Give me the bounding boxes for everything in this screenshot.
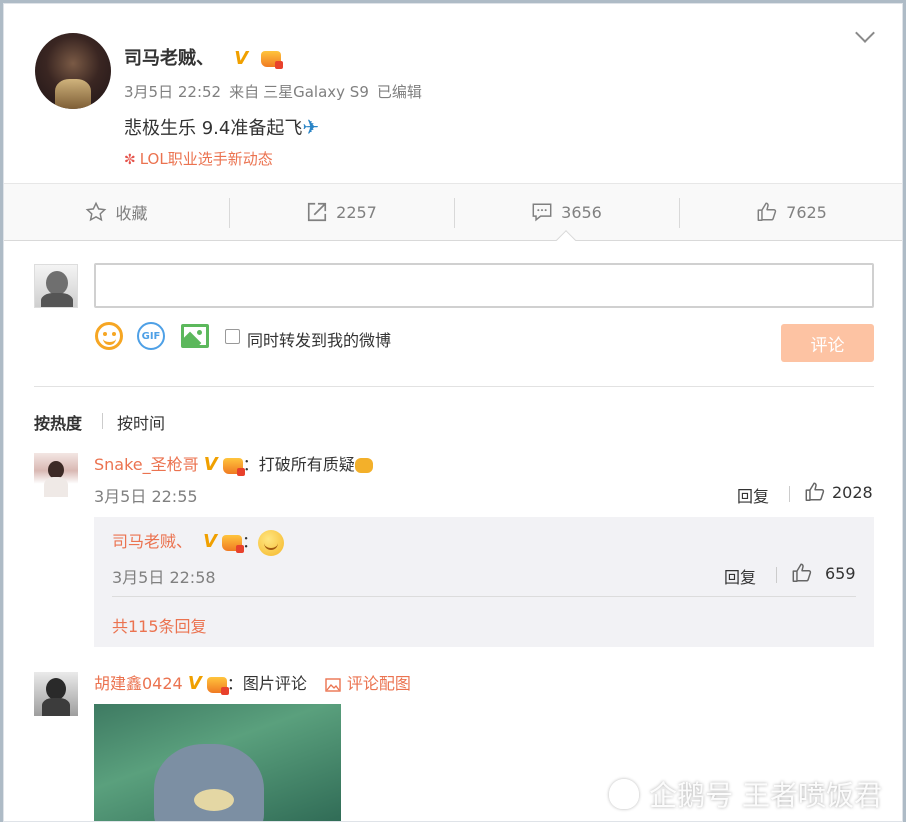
comment-input[interactable] bbox=[94, 263, 874, 308]
comment-icon bbox=[532, 203, 552, 222]
reply-button[interactable]: 回复 bbox=[737, 483, 769, 507]
submit-comment-button[interactable]: 评论 bbox=[781, 324, 874, 362]
colon: ： bbox=[226, 674, 243, 693]
post-date[interactable]: 3月5日 22:52 bbox=[124, 83, 221, 101]
colon: ： bbox=[242, 532, 259, 551]
sub-reply-author[interactable]: 司马老贼、 bbox=[112, 532, 192, 551]
my-avatar[interactable] bbox=[34, 264, 78, 308]
author-name[interactable]: 司马老贼、 bbox=[124, 48, 214, 69]
author-line: 司马老贼、 V bbox=[124, 44, 283, 70]
favorite-label: 收藏 bbox=[115, 204, 148, 223]
thumbs-up-icon bbox=[757, 202, 777, 221]
fist-emoji-icon bbox=[354, 458, 373, 473]
comment-picture-label: 评论配图 bbox=[346, 674, 411, 693]
smile-emoji-icon bbox=[258, 529, 285, 556]
share-icon bbox=[308, 202, 327, 222]
verified-v-icon: V bbox=[187, 673, 202, 694]
thumbs-up-icon bbox=[805, 482, 825, 501]
repost-button[interactable]: 2257 bbox=[229, 184, 454, 240]
more-replies-link[interactable]: 共115条回复 bbox=[112, 613, 207, 637]
action-bar: 收藏 2257 3656 7625 bbox=[4, 183, 902, 241]
separator bbox=[776, 567, 777, 583]
comment-picture-link[interactable]: 评论配图 bbox=[325, 674, 411, 693]
sort-separator bbox=[102, 413, 103, 429]
thumbs-up-icon bbox=[792, 563, 812, 582]
gif-icon[interactable]: GIF bbox=[137, 322, 165, 350]
chevron-down-icon[interactable] bbox=[855, 23, 875, 43]
image-upload-icon[interactable] bbox=[181, 324, 209, 348]
vip-crown-icon bbox=[260, 51, 283, 69]
verified-v-icon: V bbox=[203, 531, 218, 552]
sub-reply-like-button[interactable]: 659 bbox=[791, 562, 856, 584]
repost-checkbox[interactable] bbox=[225, 329, 240, 344]
commenter-avatar[interactable] bbox=[34, 453, 78, 497]
comment-count: 3656 bbox=[561, 202, 602, 222]
colon: ： bbox=[242, 455, 259, 474]
repost-count: 2257 bbox=[336, 202, 377, 222]
star-icon bbox=[86, 201, 107, 222]
penguin-logo-icon bbox=[609, 779, 640, 809]
comment-line: 胡建鑫0424 V ：图片评论 评论配图 bbox=[94, 670, 411, 695]
weibo-post-card: 司马老贼、 V 3月5日 22:52 来自 三星Galaxy S9 已编辑 悲极生乐 … bbox=[3, 3, 903, 822]
divider bbox=[34, 386, 874, 387]
commenter-name[interactable]: 胡建鑫0424 bbox=[94, 674, 183, 693]
sort-by-time[interactable]: 按时间 bbox=[117, 410, 165, 434]
sort-by-hot[interactable]: 按热度 bbox=[34, 410, 82, 434]
watermark-text: 企鹅号 王者喷饭君 bbox=[649, 779, 882, 812]
topic-flower-icon: ✼ bbox=[124, 152, 136, 168]
post-text-body: 悲极生乐 9.4准备起飞 bbox=[124, 118, 303, 139]
sub-reply-button[interactable]: 回复 bbox=[724, 564, 756, 588]
edited-label[interactable]: 已编辑 bbox=[377, 83, 422, 101]
sub-divider bbox=[112, 596, 856, 597]
comment-like-button[interactable]: 2028 bbox=[804, 481, 873, 503]
comment-text: 打破所有质疑 bbox=[258, 455, 355, 474]
post-source[interactable]: 三星Galaxy S9 bbox=[263, 83, 369, 101]
comment-text: 图片评论 bbox=[242, 674, 307, 693]
emoji-icon[interactable] bbox=[95, 322, 123, 350]
author-avatar[interactable] bbox=[35, 33, 111, 109]
like-button[interactable]: 7625 bbox=[679, 184, 902, 240]
like-count: 7625 bbox=[786, 202, 827, 222]
favorite-button[interactable]: 收藏 bbox=[4, 184, 229, 240]
topic-link[interactable]: ✼ LOL职业选手新动态 bbox=[124, 148, 273, 169]
repost-checkbox-label[interactable]: 同时转发到我的微博 bbox=[247, 327, 391, 351]
sub-reply-line: 司马老贼、 V ： bbox=[112, 528, 285, 556]
separator bbox=[789, 486, 790, 502]
comment-date: 3月5日 22:55 bbox=[94, 487, 198, 506]
verified-v-icon: V bbox=[203, 454, 218, 475]
source-prefix: 来自 bbox=[229, 83, 260, 101]
vip-crown-icon bbox=[206, 676, 229, 695]
verified-v-icon: V bbox=[234, 48, 249, 69]
picture-icon bbox=[325, 677, 341, 692]
topic-label: LOL职业选手新动态 bbox=[139, 150, 273, 168]
post-text: 悲极生乐 9.4准备起飞✈ bbox=[124, 114, 319, 140]
commenter-name[interactable]: Snake_圣枪哥 bbox=[94, 455, 199, 474]
post-meta: 3月5日 22:52 来自 三星Galaxy S9 已编辑 bbox=[124, 81, 430, 102]
comment-like-count: 2028 bbox=[832, 482, 873, 502]
comment-line: Snake_圣枪哥 V ：打破所有质疑 bbox=[94, 451, 373, 476]
sub-reply-date: 3月5日 22:58 bbox=[112, 568, 216, 587]
sub-reply-like-count: 659 bbox=[825, 563, 856, 583]
comment-picture[interactable] bbox=[94, 704, 341, 821]
watermark: 企鹅号 王者喷饭君 bbox=[609, 774, 882, 814]
vip-crown-icon bbox=[222, 534, 245, 553]
vip-crown-icon bbox=[222, 457, 245, 476]
commenter-avatar[interactable] bbox=[34, 672, 78, 716]
airplane-emoji-icon: ✈ bbox=[302, 115, 320, 139]
